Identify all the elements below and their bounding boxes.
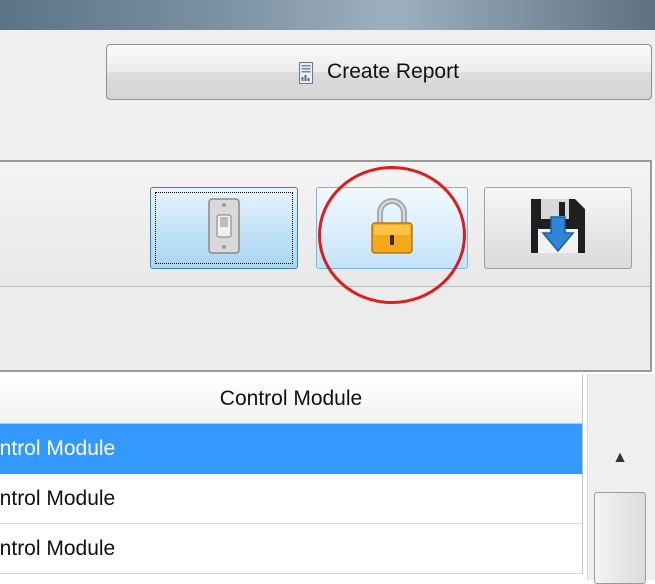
row-label: ontrol Module: [0, 486, 116, 510]
module-table: Control Module ontrol Module ontrol Modu…: [0, 374, 655, 584]
vertical-scrollbar[interactable]: ▲: [587, 374, 655, 584]
row-label: ontrol Module: [0, 436, 116, 460]
report-icon: [299, 62, 314, 84]
toolbar-subpanel: [0, 287, 650, 370]
column-header-control-module[interactable]: Control Module: [0, 374, 583, 424]
scroll-up-arrow-icon[interactable]: ▲: [608, 446, 632, 470]
switch-button[interactable]: [150, 187, 298, 269]
focus-rectangle: [155, 192, 293, 264]
red-annotation-circle: [318, 166, 466, 304]
row-label: ontrol Module: [0, 536, 116, 560]
create-report-button[interactable]: Create Report: [106, 44, 652, 100]
create-report-label: Create Report: [327, 60, 459, 83]
table-row[interactable]: ontrol Module: [0, 474, 583, 524]
table-row[interactable]: ontrol Module: [0, 424, 583, 474]
save-button[interactable]: [484, 187, 632, 269]
scrollbar-thumb[interactable]: [594, 492, 646, 584]
window-title-bar: [0, 0, 655, 30]
table-row[interactable]: ontrol Module: [0, 524, 583, 574]
floppy-download-icon: [527, 195, 589, 262]
